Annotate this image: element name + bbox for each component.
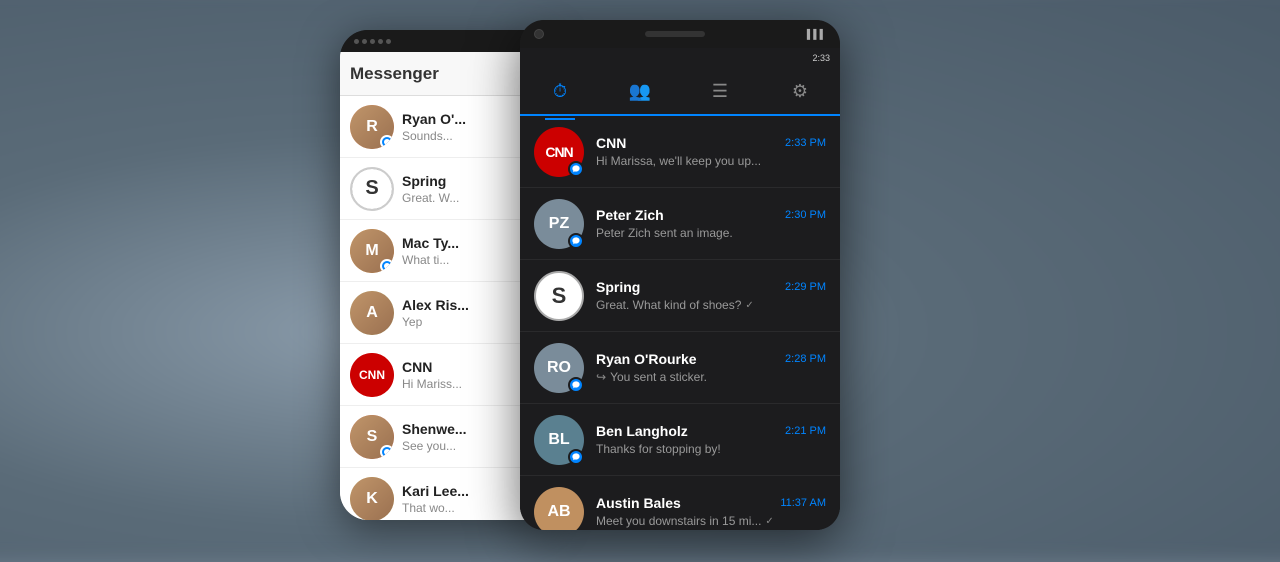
messenger-badge-icon: [568, 449, 584, 465]
last-message: Peter Zich sent an image.: [596, 226, 826, 240]
message-text: Thanks for stopping by!: [596, 442, 721, 456]
contact-name: Austin Bales: [596, 495, 681, 511]
scene: 📶 Messenger RRyan O'...Sounds...SSpringG…: [0, 0, 1280, 548]
avatar: CNN: [534, 127, 584, 177]
iphone-statusbar: 📶: [340, 30, 550, 52]
avatar: S: [534, 271, 584, 321]
contact-name: Ben Langholz: [596, 423, 688, 439]
reply-icon: ↩: [596, 370, 606, 384]
avatar: A: [350, 291, 394, 335]
avatar: K: [350, 477, 394, 521]
avatar: RO: [534, 343, 584, 393]
android-camera: [534, 29, 544, 39]
android-top-bezel: ▌▌▌: [520, 20, 840, 48]
iphone-header: Messenger: [340, 52, 550, 96]
message-time: 2:29 PM: [785, 281, 826, 293]
android-device: ▌▌▌ 2:33 ⏱ 👥 ☰ ⚙ CNN CNN 2:33 PM Hi Marissa, w…: [520, 20, 840, 530]
last-message: ↩ You sent a sticker.: [596, 370, 826, 384]
last-message: Hi Marissa, we'll keep you up...: [596, 154, 826, 168]
messenger-badge-icon: [568, 233, 584, 249]
android-list-item[interactable]: BL Ben Langholz 2:21 PM Thanks for stopping…: [520, 404, 840, 476]
messenger-badge-icon: [568, 377, 584, 393]
avatar: BL: [534, 415, 584, 465]
last-message: Meet you downstairs in 15 mi... ✓: [596, 514, 826, 528]
conversation-info: Ryan O'Rourke 2:28 PM ↩ You sent a sticker.: [596, 351, 826, 384]
iphone-title: Messenger: [350, 64, 439, 84]
iphone-list-item[interactable]: MMac Ty...What ti...: [340, 220, 550, 282]
iphone-list-item[interactable]: SShenwe...See you...: [340, 406, 550, 468]
signal-icon: ▌▌▌: [807, 29, 826, 39]
message-text: Peter Zich sent an image.: [596, 226, 733, 240]
messenger-badge-icon: [380, 445, 394, 459]
last-message: Thanks for stopping by!: [596, 442, 826, 456]
android-list-item[interactable]: CNN CNN 2:33 PM Hi Marissa, we'll keep you …: [520, 116, 840, 188]
conversation-info: CNN 2:33 PM Hi Marissa, we'll keep you up.…: [596, 135, 826, 168]
android-screen: 2:33 ⏱ 👥 ☰ ⚙ CNN CNN 2:33 PM Hi Marissa, we'll…: [520, 48, 840, 530]
contact-name: Peter Zich: [596, 207, 664, 223]
android-list-item[interactable]: S Spring 2:29 PM Great. What kind of shoes?…: [520, 260, 840, 332]
contact-name: Spring: [596, 279, 640, 295]
android-speaker: [645, 31, 705, 37]
android-statusbar: 2:33: [520, 48, 840, 68]
android-tab-bar[interactable]: ⏱ 👥 ☰ ⚙: [520, 68, 840, 116]
messenger-badge-icon: [380, 259, 394, 273]
tab-people[interactable]: 👥: [625, 76, 655, 106]
avatar: M: [350, 229, 394, 273]
message-text: Great. What kind of shoes?: [596, 298, 741, 312]
android-time: 2:33: [812, 53, 830, 63]
iphone-signal: [354, 39, 391, 44]
iphone-conversation-list: RRyan O'...Sounds...SSpringGreat. W...MM…: [340, 96, 550, 520]
conversation-info: Austin Bales 11:37 AM Meet you downstairs …: [596, 495, 826, 528]
conversation-info: Spring 2:29 PM Great. What kind of shoes? …: [596, 279, 826, 312]
iphone-list-item[interactable]: CNNCNNHi Mariss...: [340, 344, 550, 406]
message-time: 2:30 PM: [785, 209, 826, 221]
contact-name: CNN: [596, 135, 626, 151]
message-time: 11:37 AM: [780, 497, 826, 509]
iphone-list-item[interactable]: RRyan O'...Sounds...: [340, 96, 550, 158]
avatar: S: [350, 167, 394, 211]
conversation-info: Peter Zich 2:30 PM Peter Zich sent an imag…: [596, 207, 826, 240]
tab-groups[interactable]: ☰: [705, 76, 735, 106]
tab-settings[interactable]: ⚙: [785, 76, 815, 106]
message-time: 2:28 PM: [785, 353, 826, 365]
message-time: 2:33 PM: [785, 137, 826, 149]
iphone-list-item[interactable]: AAlex Ris...Yep: [340, 282, 550, 344]
avatar: CNN: [350, 353, 394, 397]
messenger-badge-icon: [568, 161, 584, 177]
contact-name: Ryan O'Rourke: [596, 351, 697, 367]
read-checkmark: ✓: [765, 516, 773, 527]
android-list-item[interactable]: PZ Peter Zich 2:30 PM Peter Zich sent an im…: [520, 188, 840, 260]
avatar: R: [350, 105, 394, 149]
android-list-item[interactable]: AB Austin Bales 11:37 AM Meet you downstair…: [520, 476, 840, 530]
avatar: PZ: [534, 199, 584, 249]
avatar: AB: [534, 487, 584, 531]
tab-recent[interactable]: ⏱: [545, 76, 575, 106]
android-conversation-list: CNN CNN 2:33 PM Hi Marissa, we'll keep you …: [520, 116, 840, 530]
iphone-device: 📶 Messenger RRyan O'...Sounds...SSpringG…: [340, 30, 550, 520]
android-statusbar-icons: ▌▌▌: [807, 29, 826, 39]
iphone-list-item[interactable]: SSpringGreat. W...: [340, 158, 550, 220]
iphone-screen: Messenger RRyan O'...Sounds...SSpringGre…: [340, 52, 550, 520]
iphone-list-item[interactable]: KKari Lee...That wo...: [340, 468, 550, 520]
avatar: S: [350, 415, 394, 459]
read-checkmark: ✓: [745, 300, 753, 311]
android-list-item[interactable]: RO Ryan O'Rourke 2:28 PM ↩ You sent a sticke…: [520, 332, 840, 404]
last-message: Great. What kind of shoes? ✓: [596, 298, 826, 312]
messenger-badge-icon: [380, 135, 394, 149]
message-text: Meet you downstairs in 15 mi...: [596, 514, 761, 528]
conversation-info: Ben Langholz 2:21 PM Thanks for stopping b…: [596, 423, 826, 456]
message-text: You sent a sticker.: [610, 370, 707, 384]
message-time: 2:21 PM: [785, 425, 826, 437]
message-text: Hi Marissa, we'll keep you up...: [596, 154, 761, 168]
